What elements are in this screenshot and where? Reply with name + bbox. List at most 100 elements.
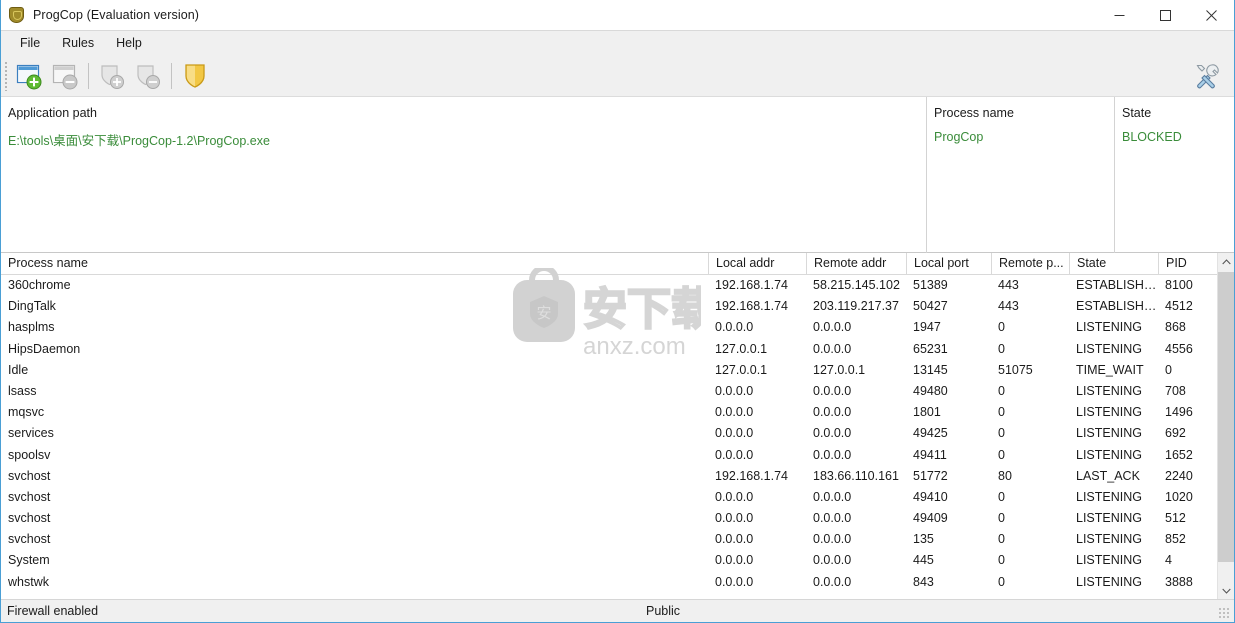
table-header-process[interactable]: Process name [1,253,708,275]
firewall-status-text: Firewall enabled [7,604,99,618]
table-row[interactable]: HipsDaemon 127.0.0.1 0.0.0.0 65231 0 LISTENIN… [1,339,1234,360]
scroll-up-arrow-icon[interactable] [1218,253,1234,270]
process-name-value[interactable]: ProgCop [934,130,1114,144]
cell-local-addr: 0.0.0.0 [715,553,754,568]
app-path-value[interactable]: E:\tools\桌面\安下载\ProgCop-1.2\ProgCop.exe [8,130,926,149]
cell-state: ESTABLISH… [1076,299,1157,314]
cell-process: 360chrome [8,278,71,292]
resize-grip[interactable] [1218,607,1231,620]
toolbar-drag-handle[interactable] [4,61,8,91]
cell-remote-port: 0 [998,489,1005,504]
app-path-header: Application path [8,106,97,120]
table-row[interactable]: svchost 0.0.0.0 0.0.0.0 135 0 LISTENING 852 [1,529,1234,550]
cell-pid: 708 [1165,383,1186,398]
cell-pid: 692 [1165,426,1186,441]
remove-application-button [47,58,83,94]
state-value[interactable]: BLOCKED [1122,130,1234,144]
table-row[interactable]: spoolsv 0.0.0.0 0.0.0.0 49411 0 LISTENING 1652 [1,445,1234,466]
cell-local-port: 49411 [913,447,947,462]
cell-state: LISTENING [1076,511,1142,526]
cell-pid: 8100 [1165,278,1193,292]
table-vertical-scrollbar[interactable] [1217,253,1234,599]
cell-pid: 1652 [1165,447,1193,462]
cell-remote-addr: 0.0.0.0 [813,320,852,335]
add-application-button[interactable] [11,58,47,94]
cell-local-port: 50427 [913,299,948,314]
cell-local-addr: 192.168.1.74 [715,468,788,483]
table-header-state[interactable]: State [1069,253,1158,275]
cell-process: hasplms [8,320,55,335]
process-name-header: Process name [934,106,1014,120]
cell-local-port: 135 [913,532,934,547]
table-row[interactable]: DingTalk 192.168.1.74 203.119.217.37 50427 4… [1,296,1234,317]
window-controls [1096,0,1234,31]
menu-bar: File Rules Help [1,31,1234,55]
table-header-pid[interactable]: PID [1158,253,1218,275]
application-detail-panel: Application path E:\tools\桌面\安下载\ProgCop… [1,97,1234,253]
table-row[interactable]: whstwk 0.0.0.0 0.0.0.0 843 0 LISTENING 3888 [1,572,1234,593]
table-row[interactable]: svchost 0.0.0.0 0.0.0.0 49409 0 LISTENING 512 [1,508,1234,529]
remove-rule-button [130,58,166,94]
settings-button[interactable] [1188,58,1224,94]
firewall-shield-button[interactable] [177,58,213,94]
cell-local-port: 1947 [913,320,941,335]
table-row[interactable]: hasplms 0.0.0.0 0.0.0.0 1947 0 LISTENING 868 [1,317,1234,338]
table-row[interactable]: lsass 0.0.0.0 0.0.0.0 49480 0 LISTENING 708 [1,381,1234,402]
cell-local-addr: 0.0.0.0 [715,426,754,441]
cell-process: svchost [8,489,51,504]
cell-pid: 1020 [1165,489,1193,504]
close-button[interactable] [1188,0,1234,31]
cell-remote-port: 0 [998,574,1005,589]
cell-state: TIME_WAIT [1076,362,1144,377]
cell-remote-port: 0 [998,426,1005,441]
cell-local-addr: 192.168.1.74 [715,278,788,292]
cell-local-addr: 0.0.0.0 [715,405,754,420]
cell-local-addr: 0.0.0.0 [715,574,754,589]
table-row[interactable]: Idle 127.0.0.1 127.0.0.1 13145 51075 TIME_WAI… [1,360,1234,381]
menu-item-rules[interactable]: Rules [51,33,105,54]
shield-add-icon [101,65,124,89]
table-row[interactable]: 360chrome 192.168.1.74 58.215.145.102 51389… [1,275,1234,296]
cell-process: svchost [8,468,51,483]
table-body: 360chrome 192.168.1.74 58.215.145.102 51389… [1,275,1234,593]
cell-process: services [8,426,54,441]
cell-local-addr: 127.0.0.1 [715,362,768,377]
table-row[interactable]: services 0.0.0.0 0.0.0.0 49425 0 LISTENING 692 [1,423,1234,444]
cell-local-port: 49425 [913,426,948,441]
cell-process: svchost [8,511,51,526]
cell-local-addr: 0.0.0.0 [715,532,754,547]
cell-process: DingTalk [8,299,56,314]
table-header-row: Process name Local addr Remote addr Local p… [1,253,1234,275]
cell-remote-addr: 0.0.0.0 [813,489,852,504]
menu-item-file[interactable]: File [9,33,51,54]
cell-remote-addr: 0.0.0.0 [813,405,852,420]
scroll-down-arrow-icon[interactable] [1218,582,1234,599]
cell-pid: 852 [1165,532,1186,547]
table-row[interactable]: svchost 192.168.1.74 183.66.110.161 51772 80… [1,466,1234,487]
cell-remote-addr: 203.119.217.37 [813,299,899,314]
cell-local-port: 49410 [913,489,948,504]
table-header-local-port[interactable]: Local port [906,253,991,275]
table-row[interactable]: mqsvc 0.0.0.0 0.0.0.0 1801 0 LISTENING 1496 [1,402,1234,423]
table-header-local-addr[interactable]: Local addr [708,253,806,275]
cell-remote-addr: 0.0.0.0 [813,383,852,398]
cell-local-port: 51389 [913,278,948,292]
scrollbar-thumb[interactable] [1218,272,1234,562]
table-header-remote-port[interactable]: Remote p... [991,253,1069,275]
cell-process: System [8,553,50,568]
window-add-icon [16,64,42,90]
cell-local-addr: 127.0.0.1 [715,341,768,356]
cell-process: mqsvc [8,405,45,420]
cell-local-port: 51772 [913,468,948,483]
cell-pid: 868 [1165,320,1186,335]
detail-column-state: State BLOCKED [1114,97,1234,253]
toolbar-separator-2 [171,63,172,89]
table-row[interactable]: svchost 0.0.0.0 0.0.0.0 49410 0 LISTENING 1020 [1,487,1234,508]
cell-remote-port: 0 [998,447,1005,462]
menu-item-help[interactable]: Help [105,33,153,54]
table-header-remote-addr[interactable]: Remote addr [806,253,906,275]
cell-remote-port: 51075 [998,362,1033,377]
minimize-button[interactable] [1096,0,1142,31]
maximize-button[interactable] [1142,0,1188,31]
table-row[interactable]: System 0.0.0.0 0.0.0.0 445 0 LISTENING 4 [1,550,1234,571]
